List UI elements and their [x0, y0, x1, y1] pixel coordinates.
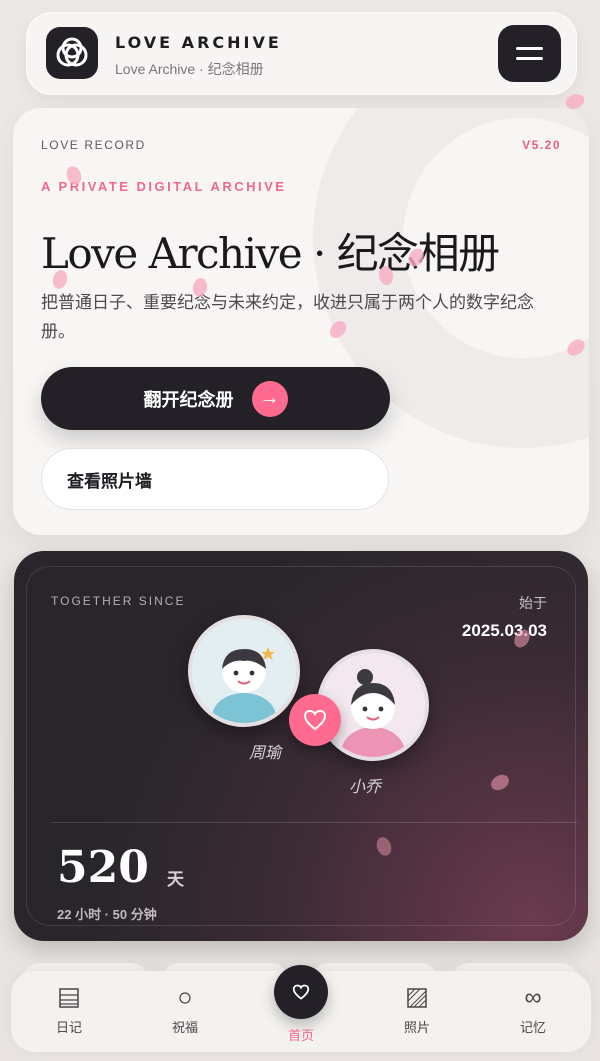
hero-description: 把普通日子、重要纪念与未来约定，收进只属于两个人的数字纪念册。: [41, 293, 534, 341]
infinity-icon: ∞: [524, 984, 542, 1011]
brand-subtitle: Love Archive · 纪念相册: [115, 61, 264, 77]
top-header: LOVE ARCHIVE Love Archive · 纪念相册: [26, 12, 577, 95]
days-count: 520: [57, 842, 149, 893]
together-since-card: TOGETHER SINCE 始于 2025.03.03 周瑜 小乔 520 天…: [14, 551, 588, 941]
since-label: 始于: [519, 595, 547, 611]
petal-decoration: [488, 771, 512, 794]
hamburger-menu-icon: [516, 47, 543, 50]
nav-item-diary[interactable]: 日记: [29, 985, 109, 1036]
interlocking-rings-icon[interactable]: [46, 27, 98, 79]
nav-label-home: 首页: [287, 1028, 314, 1043]
duration-text: 22 小时 · 50 分钟: [57, 907, 157, 922]
heart-icon: [289, 694, 341, 746]
nav-label-photos: 照片: [403, 1020, 430, 1035]
nav-item-photos[interactable]: 照片: [377, 985, 457, 1036]
hero-card: LOVE RECORD V5.20 A PRIVATE DIGITAL ARCH…: [13, 108, 589, 535]
nav-item-memories[interactable]: ∞ 记忆: [493, 984, 573, 1036]
arrow-right-icon: →: [251, 380, 288, 417]
open-album-button[interactable]: 翻开纪念册 →: [41, 367, 390, 430]
petal-decoration: [374, 835, 394, 858]
blessing-icon: [145, 985, 225, 1011]
brand-title: LOVE ARCHIVE: [115, 33, 282, 52]
diary-icon: [29, 985, 109, 1011]
hamburger-menu-button[interactable]: [498, 25, 561, 82]
start-date: 2025.03.03: [461, 621, 547, 640]
person-b-name: 小乔: [349, 779, 382, 796]
nav-item-home[interactable]: [274, 965, 328, 1019]
heart-icon: [292, 984, 310, 1000]
nav-item-blessing[interactable]: 祝福: [145, 985, 225, 1036]
view-photo-wall-button[interactable]: 查看照片墙: [41, 448, 389, 510]
nav-label-blessing: 祝福: [171, 1020, 198, 1035]
avatar-person-a[interactable]: [188, 615, 300, 727]
hero-tag: LOVE RECORD: [41, 138, 146, 152]
card-divider: [51, 822, 577, 823]
person-a-name: 周瑜: [249, 745, 282, 762]
together-tag: TOGETHER SINCE: [51, 594, 186, 608]
bottom-nav: 日记 祝福 首页 照片 ∞ 记忆: [11, 965, 591, 1052]
card-frame: TOGETHER SINCE 始于 2025.03.03 周瑜 小乔 520 天…: [26, 566, 577, 926]
photo-icon: [377, 985, 457, 1011]
hero-title: Love Archive · 纪念相册: [41, 229, 500, 278]
version-badge: V5.20: [522, 138, 561, 152]
days-unit: 天: [167, 870, 184, 889]
open-album-label: 翻开纪念册: [143, 389, 234, 410]
nav-label-memories: 记忆: [519, 1020, 546, 1035]
view-photo-wall-label: 查看照片墙: [67, 471, 152, 491]
nav-label-diary: 日记: [55, 1020, 82, 1035]
